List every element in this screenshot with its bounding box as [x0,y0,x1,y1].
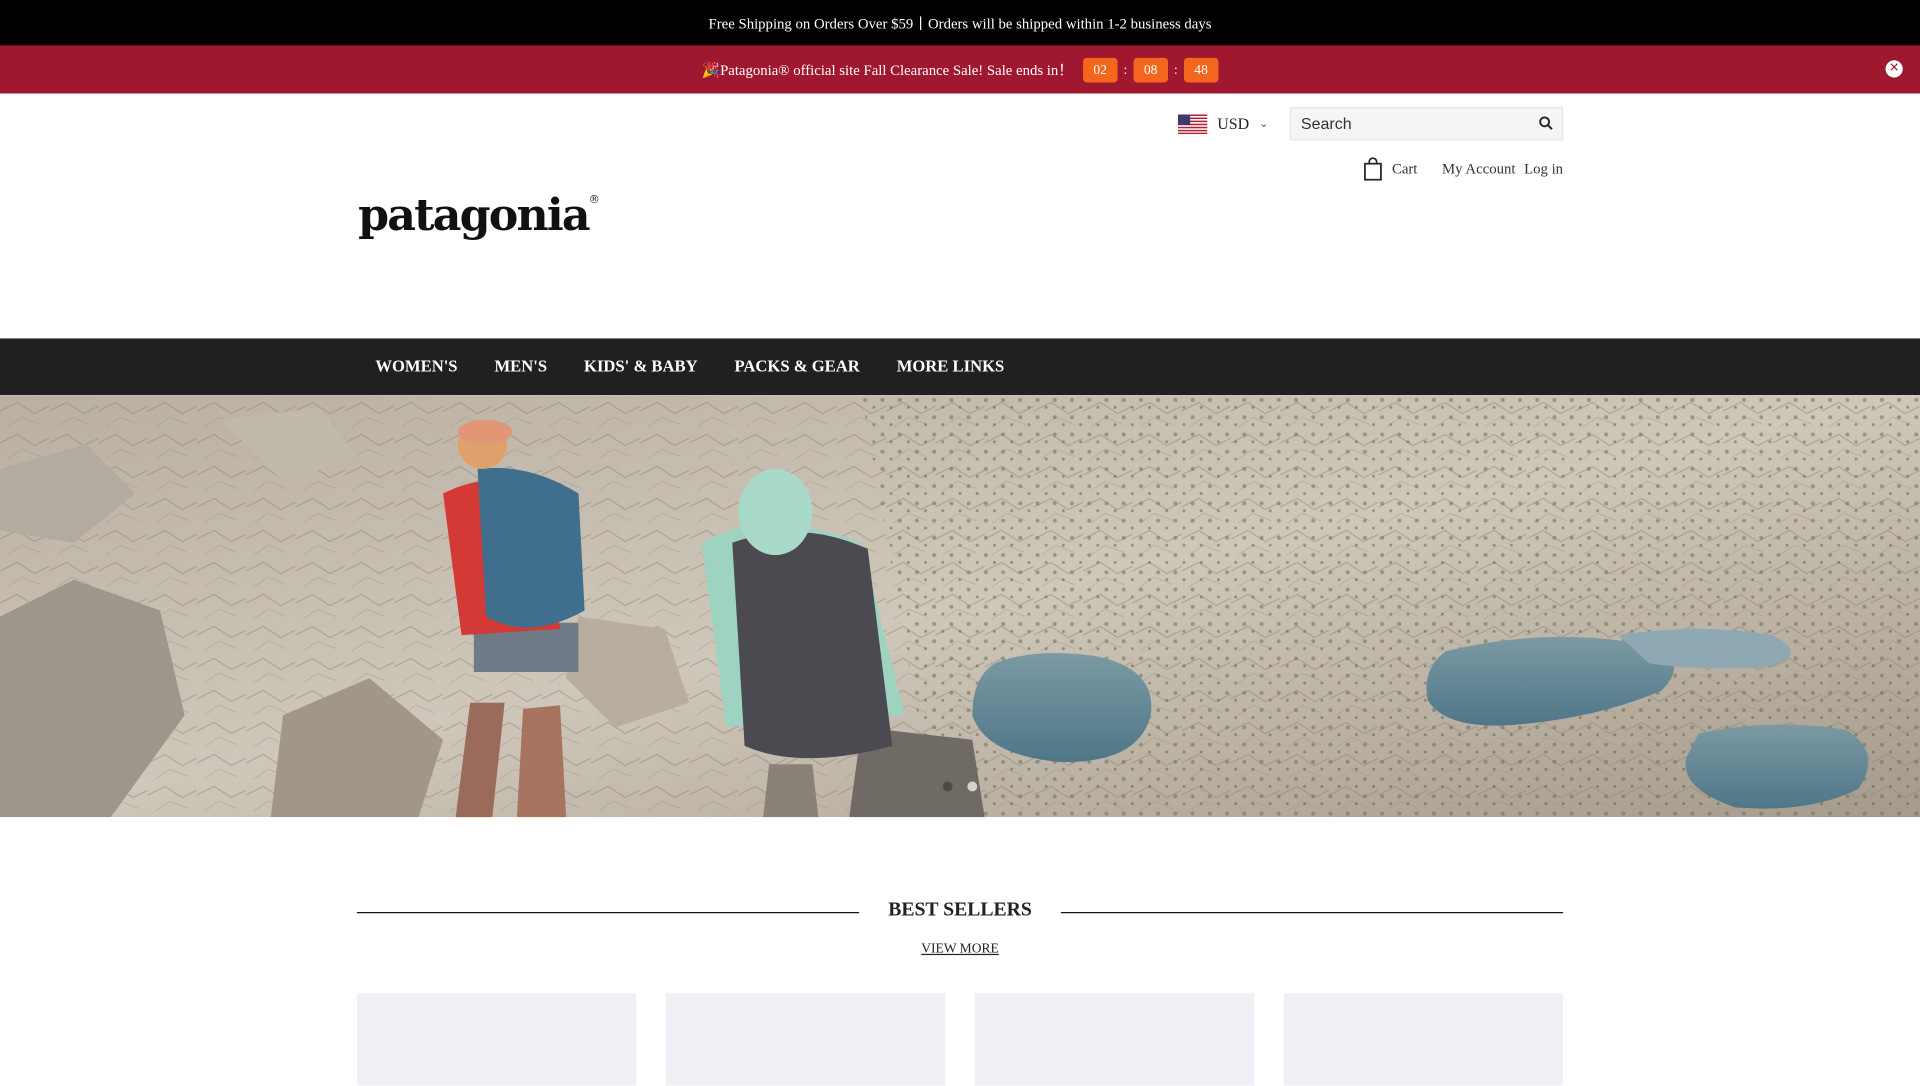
best-sellers-title: BEST SELLERS [888,899,1032,921]
view-more-wrap: VIEW MORE [0,942,1920,957]
divider-line [1060,912,1564,914]
product-card[interactable] [974,993,1255,1086]
cart-link[interactable]: Cart [1364,157,1418,181]
search-box [1289,107,1564,141]
nav-item-packs-gear[interactable]: PACKS & GEAR [716,357,878,377]
patagonia-logo[interactable]: patagonia® [358,190,600,242]
shipping-announcement-text: Free Shipping on Orders Over $59丨Orders … [708,14,1212,33]
sale-countdown-bar: 🎉Patagonia® official site Fall Clearance… [0,45,1920,94]
site-header: USD ⌄ Cart My Account Log in patagonia® [0,93,1920,339]
nav-item-more-links[interactable]: MORE LINKS [878,357,1022,377]
main-navigation: WOMEN'S MEN'S KIDS' & BABY PACKS & GEAR … [0,338,1920,396]
cart-label: Cart [1391,160,1418,178]
view-more-link[interactable]: VIEW MORE [921,942,999,957]
close-icon[interactable]: ✕ [1885,60,1903,78]
shopping-bag-icon [1364,157,1382,181]
logo-registered-mark: ® [588,194,600,207]
currency-selector[interactable]: USD ⌄ [1177,113,1269,135]
sale-announcement-text: 🎉Patagonia® official site Fall Clearance… [701,61,1074,79]
search-input[interactable] [1291,108,1533,140]
currency-label: USD [1217,114,1250,133]
product-card[interactable] [356,993,637,1086]
hero-banner[interactable] [0,395,1920,818]
login-link[interactable]: Log in [1524,160,1563,178]
nav-item-womens[interactable]: WOMEN'S [357,357,476,377]
logo-text: patagonia [358,189,590,242]
nav-item-kids-baby[interactable]: KIDS' & BABY [566,357,716,377]
nav-item-mens[interactable]: MEN'S [476,357,566,377]
countdown-hours: 02 [1082,57,1118,82]
product-card[interactable] [1283,993,1564,1086]
us-flag-icon [1177,114,1208,135]
hero-image [0,395,1920,818]
countdown-minutes: 08 [1133,57,1168,82]
best-sellers-heading: BEST SELLERS [356,898,1564,925]
search-icon[interactable] [1538,116,1553,131]
my-account-link[interactable]: My Account [1442,160,1515,178]
countdown-seconds: 48 [1183,57,1219,82]
header-links: Cart My Account Log in [1364,157,1563,181]
chevron-down-icon: ⌄ [1259,118,1269,131]
shipping-announcement-bar: Free Shipping on Orders Over $59丨Orders … [0,0,1920,46]
product-card[interactable] [665,993,946,1086]
